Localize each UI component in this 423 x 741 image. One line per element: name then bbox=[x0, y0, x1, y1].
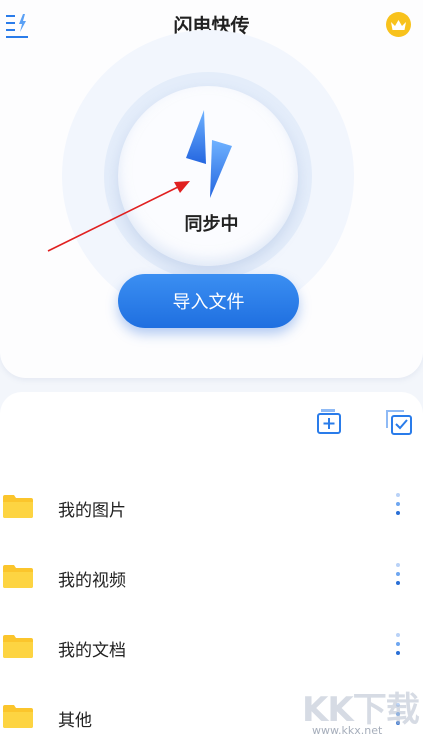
watermark-url: www.kkx.net bbox=[312, 724, 383, 737]
folder-item-documents[interactable]: 我的文档 bbox=[0, 628, 423, 668]
import-file-button[interactable]: 导入文件 bbox=[118, 274, 299, 328]
sync-status: 同步中 bbox=[184, 214, 239, 235]
folder-icon bbox=[3, 565, 33, 588]
lightning-bolt-icon bbox=[186, 110, 232, 198]
folder-label: 我的图片 bbox=[58, 501, 126, 521]
folder-item-pictures[interactable]: 我的图片 bbox=[0, 488, 423, 528]
folder-icon bbox=[3, 495, 33, 518]
sync-card: 闪电快传 同步中 导入文件 bbox=[0, 0, 423, 378]
multi-select-icon bbox=[386, 410, 412, 435]
folder-item-videos[interactable]: 我的视频 bbox=[0, 558, 423, 598]
folder-label: 我的文档 bbox=[58, 641, 126, 661]
multi-select-button[interactable] bbox=[385, 408, 413, 436]
crown-icon bbox=[391, 19, 406, 30]
more-vertical-icon[interactable] bbox=[390, 628, 406, 664]
more-vertical-icon[interactable] bbox=[390, 488, 406, 524]
more-vertical-icon[interactable] bbox=[390, 558, 406, 594]
folder-icon bbox=[3, 635, 33, 658]
folder-icon bbox=[3, 705, 33, 728]
watermark: KK下载 www.kkx.net bbox=[300, 680, 420, 740]
folder-label: 我的视频 bbox=[58, 571, 126, 591]
folder-label: 其他 bbox=[58, 711, 92, 731]
new-folder-icon bbox=[317, 409, 341, 434]
vip-button[interactable] bbox=[386, 12, 411, 37]
new-folder-button[interactable] bbox=[315, 408, 343, 436]
